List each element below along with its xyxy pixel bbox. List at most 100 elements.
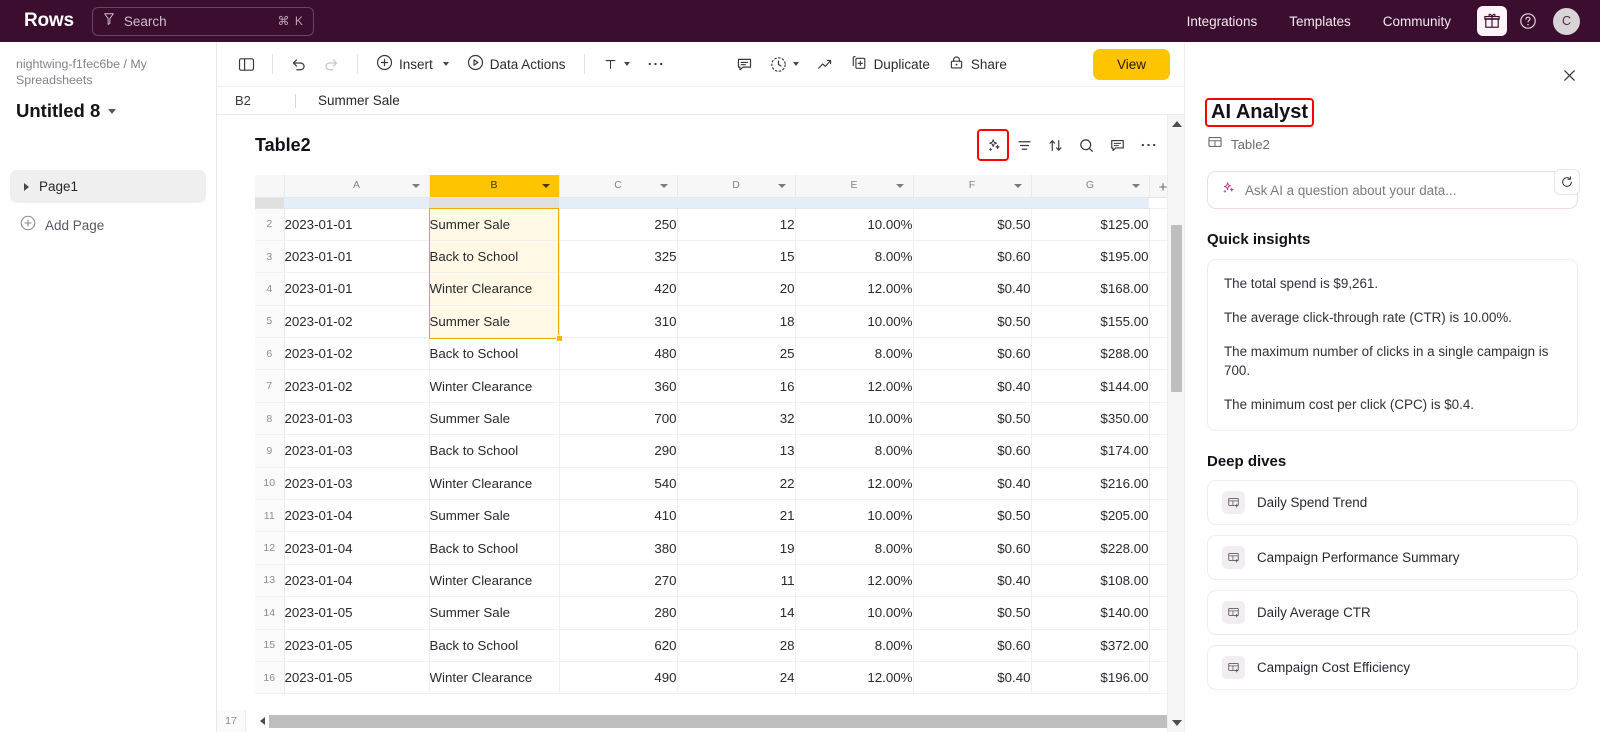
table-cell[interactable]: 14	[677, 596, 796, 630]
help-circle-icon[interactable]	[1513, 6, 1543, 36]
table-cell[interactable]: $0.60	[913, 531, 1032, 565]
table-cell[interactable]: 10.00%	[795, 402, 914, 436]
data-actions-button[interactable]: Data Actions	[459, 49, 574, 79]
table-row[interactable]: 13 2023-01-04 Winter Clearance 270 11 12.00% $…	[255, 564, 1178, 598]
table-cell[interactable]: Summer Sale	[429, 305, 560, 339]
view-button[interactable]: View	[1092, 48, 1170, 80]
undo-icon[interactable]	[283, 49, 314, 79]
table-cell[interactable]: $0.40	[913, 272, 1032, 306]
column-header-f[interactable]: F	[913, 175, 1032, 198]
row-header[interactable]: 10	[255, 467, 285, 501]
table-cell[interactable]: 11	[677, 564, 796, 598]
table-cell[interactable]: 12	[677, 208, 796, 241]
chevron-down-icon[interactable]	[659, 184, 668, 188]
sidebar-item-page1[interactable]: Page1	[10, 170, 206, 203]
table-cell[interactable]: 12.00%	[795, 661, 914, 695]
table-row[interactable]: 9 2023-01-03 Back to School 290 13 8.00% $0.60…	[255, 434, 1178, 468]
refresh-icon[interactable]	[1554, 169, 1580, 195]
row-header[interactable]: 8	[255, 402, 285, 436]
table-cell[interactable]: 2023-01-03	[284, 402, 430, 436]
deep-dive-item-campaign-cost-efficiency[interactable]: Campaign Cost Efficiency	[1207, 645, 1578, 690]
table-cell[interactable]: 420	[559, 272, 678, 306]
chevron-down-icon[interactable]	[1131, 184, 1140, 188]
table-cell[interactable]: Back to School	[429, 240, 560, 274]
table-cell[interactable]: $0.50	[913, 208, 1032, 241]
column-header-e[interactable]: E	[795, 175, 914, 198]
table-cell[interactable]: 10.00%	[795, 208, 914, 241]
duplicate-button[interactable]: Duplicate	[843, 49, 938, 79]
table-cell[interactable]: 8.00%	[795, 337, 914, 371]
table-cell[interactable]: Back to School	[429, 434, 560, 468]
vertical-scrollbar[interactable]	[1167, 115, 1184, 732]
table-row[interactable]: 4 2023-01-01 Winter Clearance 420 20 12.00% $0…	[255, 272, 1178, 306]
vertical-scroll-thumb[interactable]	[1171, 225, 1182, 392]
chevron-right-icon[interactable]	[24, 182, 29, 191]
row-header[interactable]: 11	[255, 499, 285, 533]
table-cell[interactable]: $216.00	[1031, 467, 1150, 501]
document-title-row[interactable]: Untitled 8	[10, 88, 206, 122]
table-cell[interactable]: 380	[559, 531, 678, 565]
global-search-input[interactable]: Search ⌘ K	[91, 6, 314, 36]
table-cell[interactable]: $125.00	[1031, 208, 1150, 241]
row-header[interactable]: 16	[255, 661, 285, 695]
ask-ai-input[interactable]: Ask AI a question about your data... ↵	[1207, 171, 1578, 209]
table-cell[interactable]: $0.40	[913, 564, 1032, 598]
table-cell[interactable]: Back to School	[429, 629, 560, 662]
table-row[interactable]: 12 2023-01-04 Back to School 380 19 8.00% $0.6…	[255, 531, 1178, 565]
sidebar-toggle-icon[interactable]	[231, 49, 262, 79]
table-cell[interactable]: 12.00%	[795, 272, 914, 306]
table-cell[interactable]: 21	[677, 499, 796, 533]
table-cell[interactable]: Back to School	[429, 531, 560, 565]
toolbar-more-icon[interactable]	[640, 49, 671, 79]
comment-icon[interactable]	[1103, 131, 1131, 159]
horizontal-scrollbar[interactable]	[255, 710, 1167, 732]
user-avatar[interactable]: C	[1553, 7, 1580, 35]
table-cell[interactable]: $228.00	[1031, 531, 1150, 565]
table-cell[interactable]: $195.00	[1031, 240, 1150, 274]
table-cell[interactable]: 19	[677, 531, 796, 565]
table-cell[interactable]: 700	[559, 402, 678, 436]
table-cell[interactable]: 24	[677, 661, 796, 695]
chevron-down-icon[interactable]	[792, 62, 799, 66]
ai-sparkle-icon[interactable]	[977, 129, 1009, 161]
table-cell[interactable]: 2023-01-01	[284, 272, 430, 306]
table-cell[interactable]: Winter Clearance	[429, 369, 560, 403]
table-cell[interactable]: 32	[677, 402, 796, 436]
table-cell[interactable]: 270	[559, 564, 678, 598]
table-cell[interactable]: 10.00%	[795, 499, 914, 533]
row-header[interactable]: 6	[255, 337, 285, 371]
table-cell[interactable]: 280	[559, 596, 678, 630]
table-cell[interactable]: $0.50	[913, 596, 1032, 630]
add-page-button[interactable]: Add Page	[10, 210, 206, 240]
table-cell[interactable]: 8.00%	[795, 240, 914, 274]
table-cell[interactable]: 410	[559, 499, 678, 533]
table-cell[interactable]: 12.00%	[795, 369, 914, 403]
table-cell[interactable]: 310	[559, 305, 678, 339]
table-cell[interactable]: 2023-01-04	[284, 531, 430, 565]
table-cell[interactable]: $0.40	[913, 467, 1032, 501]
table-cell[interactable]: 620	[559, 629, 678, 662]
row-header[interactable]: 7	[255, 369, 285, 403]
close-icon[interactable]	[1556, 62, 1582, 88]
cell-reference[interactable]: B2	[235, 93, 295, 108]
formula-value[interactable]: Summer Sale	[318, 93, 400, 108]
table-cell[interactable]: 10.00%	[795, 305, 914, 339]
table-cell[interactable]: 2023-01-04	[284, 564, 430, 598]
table-cell[interactable]: 540	[559, 467, 678, 501]
table-cell[interactable]: $140.00	[1031, 596, 1150, 630]
sort-icon[interactable]	[1041, 131, 1069, 159]
panel-source-row[interactable]: Table2	[1207, 134, 1578, 155]
deep-dive-item-daily-spend-trend[interactable]: Daily Spend Trend	[1207, 480, 1578, 525]
table-cell[interactable]: $168.00	[1031, 272, 1150, 306]
table-cell[interactable]: 2023-01-05	[284, 661, 430, 695]
table-cell[interactable]: Summer Sale	[429, 402, 560, 436]
table-cell[interactable]: 480	[559, 337, 678, 371]
table-cell[interactable]: 2023-01-02	[284, 305, 430, 339]
table-cell[interactable]: $155.00	[1031, 305, 1150, 339]
table-row[interactable]: 7 2023-01-02 Winter Clearance 360 16 12.00% $0…	[255, 369, 1178, 403]
row-header[interactable]: 3	[255, 240, 285, 274]
table-cell[interactable]: Summer Sale	[429, 208, 560, 241]
row-header[interactable]: 5	[255, 305, 285, 339]
table-row[interactable]: 10 2023-01-03 Winter Clearance 540 22 12.00% $…	[255, 467, 1178, 501]
table-cell[interactable]: $350.00	[1031, 402, 1150, 436]
